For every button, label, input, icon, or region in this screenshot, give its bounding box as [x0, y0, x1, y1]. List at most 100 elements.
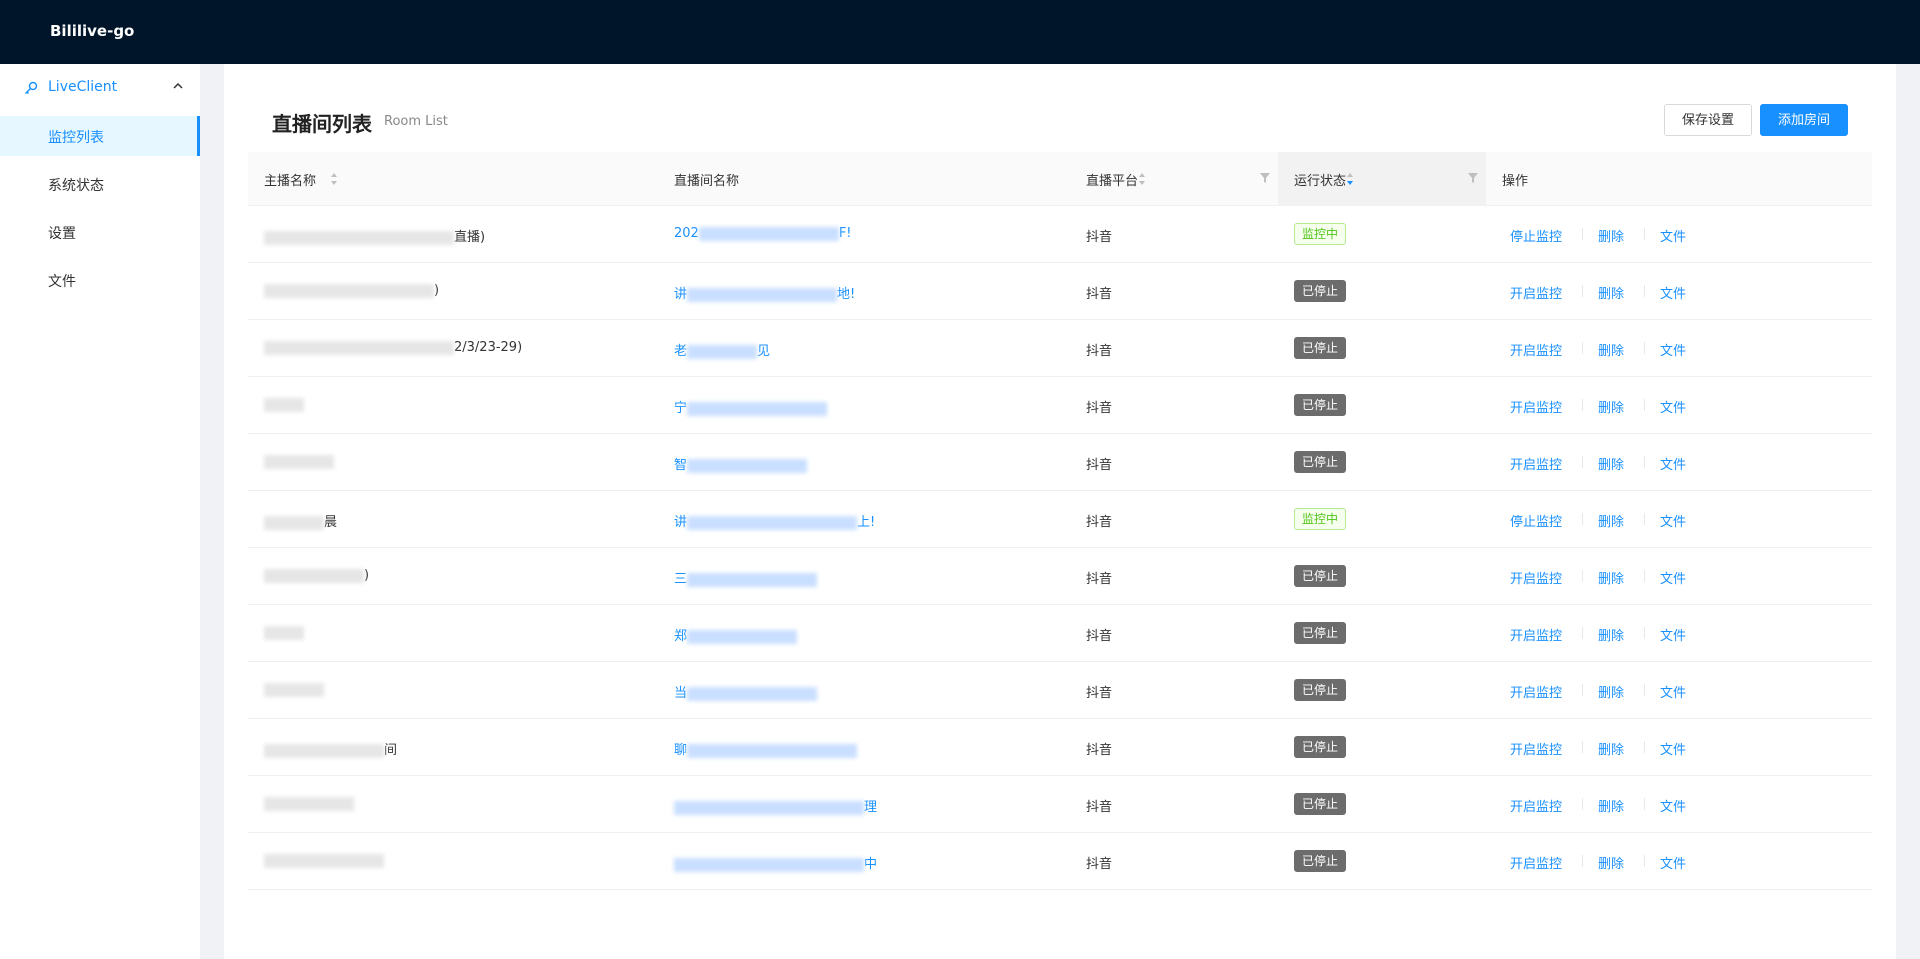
delete-link[interactable]: 删除 — [1598, 511, 1624, 530]
start-monitor-link[interactable]: 开启监控 — [1510, 340, 1562, 359]
table-row: 晨 讲上! 抖音 监控中 停止监控 删除 文件 — [248, 491, 1872, 548]
file-link[interactable]: 文件 — [1660, 853, 1686, 872]
file-link[interactable]: 文件 — [1660, 682, 1686, 701]
sidebar-item-settings[interactable]: 设置 — [0, 212, 200, 252]
redacted-host-name — [264, 853, 384, 868]
column-room-name: 直播间名称 — [674, 174, 740, 189]
start-monitor-link[interactable]: 开启监控 — [1510, 682, 1562, 701]
divider — [1582, 399, 1583, 411]
delete-link[interactable]: 删除 — [1598, 454, 1624, 473]
divider — [1644, 684, 1645, 696]
file-link[interactable]: 文件 — [1660, 796, 1686, 815]
divider — [1644, 228, 1645, 240]
file-link[interactable]: 文件 — [1660, 283, 1686, 302]
delete-link[interactable]: 删除 — [1598, 340, 1624, 359]
file-link[interactable]: 文件 — [1660, 625, 1686, 644]
table-row: 当 抖音 已停止 开启监控 删除 文件 — [248, 662, 1872, 719]
sort-icon[interactable] — [1346, 172, 1354, 186]
host-name-cell: ) — [264, 568, 369, 583]
page-subtitle: Room List — [384, 114, 448, 129]
status-badge: 已停止 — [1294, 280, 1347, 302]
delete-link[interactable]: 删除 — [1598, 226, 1624, 245]
sidebar-item-monitor-list[interactable]: 监控列表 — [0, 116, 200, 156]
divider — [1644, 513, 1645, 525]
column-host-name[interactable]: 主播名称 — [248, 152, 658, 206]
room-name-link[interactable]: 讲地! — [674, 283, 855, 302]
delete-link[interactable]: 删除 — [1598, 397, 1624, 416]
host-name-cell: 间 — [264, 739, 397, 758]
table-row: 中 抖音 已停止 开启监控 删除 文件 — [248, 833, 1872, 890]
start-monitor-link[interactable]: 开启监控 — [1510, 454, 1562, 473]
start-monitor-link[interactable]: 开启监控 — [1510, 853, 1562, 872]
redacted-room-name — [687, 515, 858, 530]
delete-link[interactable]: 删除 — [1598, 283, 1624, 302]
file-link[interactable]: 文件 — [1660, 340, 1686, 359]
filter-icon[interactable] — [1468, 173, 1478, 183]
scrollbar[interactable] — [1896, 64, 1920, 959]
column-actions: 操作 — [1502, 174, 1529, 189]
sidebar-item-files[interactable]: 文件 — [0, 260, 200, 300]
host-name-cell — [264, 397, 304, 412]
app-title: Bililive-go — [50, 22, 135, 40]
start-monitor-link[interactable]: 开启监控 — [1510, 568, 1562, 587]
platform-cell: 抖音 — [1086, 686, 1113, 701]
file-link[interactable]: 文件 — [1660, 568, 1686, 587]
room-name-link[interactable]: 聊 — [674, 739, 858, 758]
divider — [1644, 798, 1645, 810]
sidebar-item-system-status[interactable]: 系统状态 — [0, 164, 200, 204]
table-row: ) 讲地! 抖音 已停止 开启监控 删除 文件 — [248, 263, 1872, 320]
stop-monitor-link[interactable]: 停止监控 — [1510, 511, 1562, 530]
column-platform[interactable]: 直播平台 — [1070, 152, 1278, 206]
room-name-link[interactable]: 老见 — [674, 340, 770, 359]
room-name-link[interactable]: 三 — [674, 568, 818, 587]
start-monitor-link[interactable]: 开启监控 — [1510, 283, 1562, 302]
room-name-link[interactable]: 202 F! — [674, 226, 852, 241]
table-row: 郑 抖音 已停止 开启监控 删除 文件 — [248, 605, 1872, 662]
sidebar-item-label: 文件 — [48, 274, 76, 290]
add-room-button[interactable]: 添加房间 — [1760, 104, 1848, 136]
room-name-link[interactable]: 理 — [674, 796, 877, 815]
redacted-host-name — [264, 682, 324, 697]
delete-link[interactable]: 删除 — [1598, 625, 1624, 644]
start-monitor-link[interactable]: 开启监控 — [1510, 397, 1562, 416]
file-link[interactable]: 文件 — [1660, 511, 1686, 530]
room-name-link[interactable]: 当 — [674, 682, 818, 701]
room-name-link[interactable]: 智 — [674, 454, 808, 473]
room-name-link[interactable]: 宁 — [674, 397, 828, 416]
filter-icon[interactable] — [1260, 173, 1270, 183]
file-link[interactable]: 文件 — [1660, 739, 1686, 758]
column-status[interactable]: 运行状态 — [1278, 152, 1486, 206]
save-settings-button[interactable]: 保存设置 — [1664, 104, 1752, 136]
divider — [1644, 627, 1645, 639]
file-link[interactable]: 文件 — [1660, 226, 1686, 245]
room-name-link[interactable]: 郑 — [674, 625, 798, 644]
room-name-link[interactable]: 讲上! — [674, 511, 875, 530]
file-link[interactable]: 文件 — [1660, 454, 1686, 473]
redacted-host-name — [264, 397, 304, 412]
room-name-link[interactable]: 中 — [674, 853, 877, 872]
delete-link[interactable]: 删除 — [1598, 739, 1624, 758]
host-name-cell: 直播) — [264, 226, 485, 245]
file-link[interactable]: 文件 — [1660, 397, 1686, 416]
status-badge: 已停止 — [1294, 850, 1347, 872]
delete-link[interactable]: 删除 — [1598, 853, 1624, 872]
sort-icon[interactable] — [1138, 172, 1146, 186]
delete-link[interactable]: 删除 — [1598, 568, 1624, 587]
sort-icon[interactable] — [330, 172, 338, 186]
sidebar-group-liveclient[interactable]: LiveClient — [0, 64, 200, 112]
redacted-room-name — [687, 287, 838, 302]
start-monitor-link[interactable]: 开启监控 — [1510, 625, 1562, 644]
host-name-cell: 晨 — [264, 511, 337, 530]
status-badge: 已停止 — [1294, 736, 1347, 758]
delete-link[interactable]: 删除 — [1598, 682, 1624, 701]
delete-link[interactable]: 删除 — [1598, 796, 1624, 815]
redacted-host-name — [264, 515, 324, 530]
start-monitor-link[interactable]: 开启监控 — [1510, 796, 1562, 815]
redacted-room-name — [687, 344, 758, 359]
start-monitor-link[interactable]: 开启监控 — [1510, 739, 1562, 758]
platform-cell: 抖音 — [1086, 401, 1113, 416]
status-badge: 已停止 — [1294, 793, 1347, 815]
redacted-host-name — [264, 230, 454, 245]
chevron-up-icon[interactable] — [172, 80, 184, 92]
stop-monitor-link[interactable]: 停止监控 — [1510, 226, 1562, 245]
